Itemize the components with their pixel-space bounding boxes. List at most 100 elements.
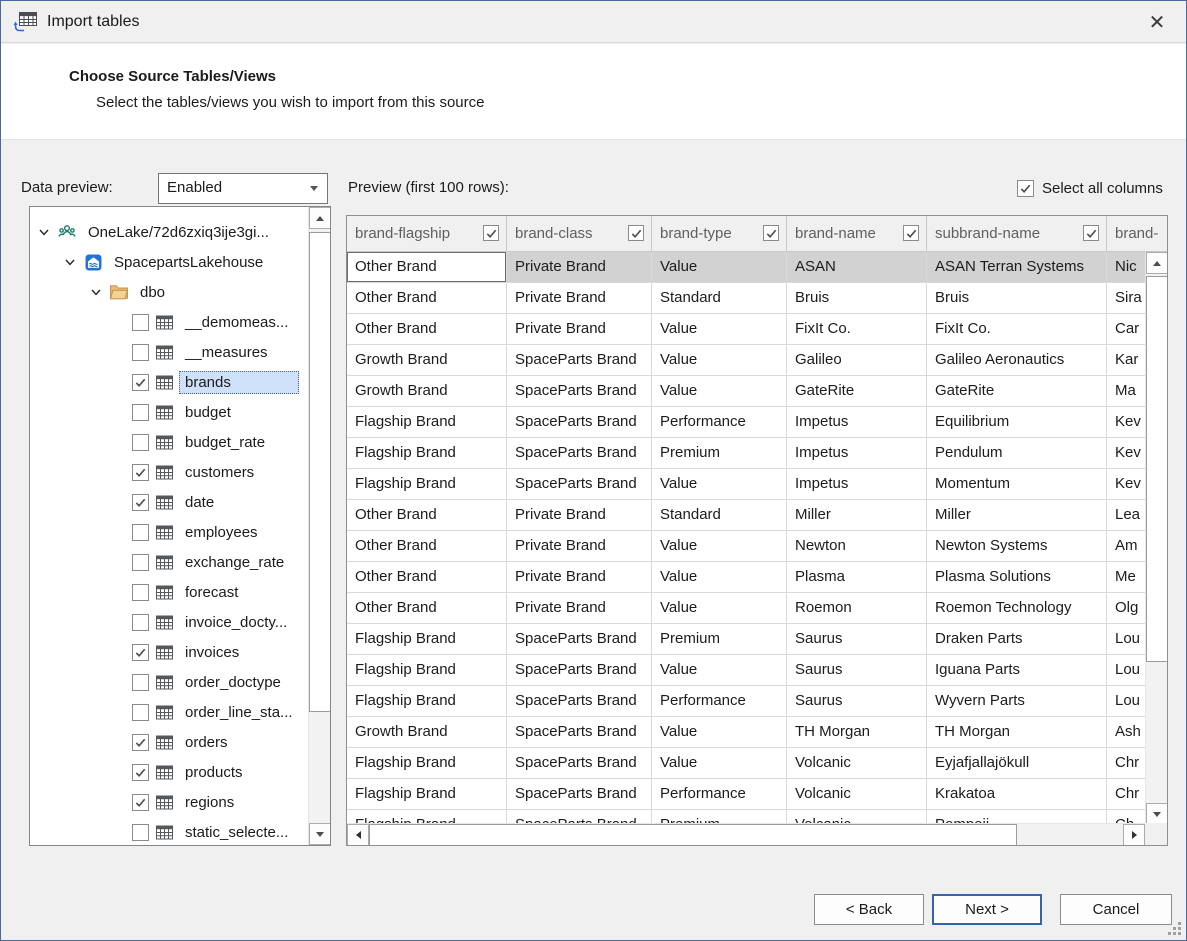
- scroll-down-button[interactable]: [309, 823, 331, 845]
- table-row[interactable]: Flagship BrandSpaceParts BrandValueSauru…: [347, 655, 1145, 686]
- table-checkbox[interactable]: [132, 764, 149, 781]
- table-cell[interactable]: SpaceParts Brand: [507, 810, 652, 823]
- table-cell[interactable]: SpaceParts Brand: [507, 376, 652, 407]
- table-cell[interactable]: Private Brand: [507, 252, 652, 283]
- tree-node[interactable]: __demomeas...: [32, 307, 306, 337]
- table-cell[interactable]: Impetus: [787, 438, 927, 469]
- table-cell[interactable]: Galileo: [787, 345, 927, 376]
- table-cell[interactable]: Kev: [1107, 438, 1145, 469]
- table-cell[interactable]: Flagship Brand: [347, 686, 507, 717]
- table-checkbox[interactable]: [132, 824, 149, 841]
- table-cell[interactable]: Private Brand: [507, 562, 652, 593]
- table-cell[interactable]: Pendulum: [927, 438, 1107, 469]
- table-cell[interactable]: ASAN: [787, 252, 927, 283]
- table-checkbox[interactable]: [132, 614, 149, 631]
- grid-hscrollbar-thumb[interactable]: [369, 824, 1017, 846]
- column-checkbox[interactable]: [1083, 225, 1099, 241]
- table-cell[interactable]: Krakatoa: [927, 779, 1107, 810]
- table-cell[interactable]: SpaceParts Brand: [507, 779, 652, 810]
- table-cell[interactable]: Premium: [652, 438, 787, 469]
- table-cell[interactable]: SpaceParts Brand: [507, 655, 652, 686]
- table-cell[interactable]: Other Brand: [347, 562, 507, 593]
- table-cell[interactable]: Flagship Brand: [347, 810, 507, 823]
- table-checkbox[interactable]: [132, 584, 149, 601]
- table-cell[interactable]: Private Brand: [507, 283, 652, 314]
- table-row[interactable]: Flagship BrandSpaceParts BrandPremiumSau…: [347, 624, 1145, 655]
- table-checkbox[interactable]: [132, 524, 149, 541]
- table-cell[interactable]: Pompeii: [927, 810, 1107, 823]
- tree-node[interactable]: regions: [32, 787, 306, 817]
- table-cell[interactable]: Value: [652, 562, 787, 593]
- tree-node[interactable]: invoices: [32, 637, 306, 667]
- tree-node[interactable]: orders: [32, 727, 306, 757]
- table-cell[interactable]: SpaceParts Brand: [507, 438, 652, 469]
- table-row[interactable]: Growth BrandSpaceParts BrandValueGateRit…: [347, 376, 1145, 407]
- table-cell[interactable]: Wyvern Parts: [927, 686, 1107, 717]
- table-cell[interactable]: Growth Brand: [347, 376, 507, 407]
- tree-node[interactable]: brands: [32, 367, 306, 397]
- tree-node[interactable]: order_line_sta...: [32, 697, 306, 727]
- table-cell[interactable]: GateRite: [787, 376, 927, 407]
- table-cell[interactable]: Lou: [1107, 686, 1145, 717]
- tree-node[interactable]: invoice_docty...: [32, 607, 306, 637]
- table-cell[interactable]: Impetus: [787, 407, 927, 438]
- table-row[interactable]: Flagship BrandSpaceParts BrandPremiumVol…: [347, 810, 1145, 823]
- table-cell[interactable]: Value: [652, 345, 787, 376]
- tree-node[interactable]: __measures: [32, 337, 306, 367]
- table-cell[interactable]: Miller: [787, 500, 927, 531]
- table-cell[interactable]: Volcanic: [787, 810, 927, 823]
- table-cell[interactable]: Other Brand: [347, 252, 507, 283]
- table-cell[interactable]: Premium: [652, 810, 787, 823]
- scroll-left-button[interactable]: [347, 824, 369, 846]
- table-cell[interactable]: Value: [652, 252, 787, 283]
- table-cell[interactable]: Value: [652, 376, 787, 407]
- table-cell[interactable]: Private Brand: [507, 593, 652, 624]
- table-cell[interactable]: TH Morgan: [787, 717, 927, 748]
- table-cell[interactable]: Eyjafjallajökull: [927, 748, 1107, 779]
- column-checkbox[interactable]: [483, 225, 499, 241]
- tree-node[interactable]: order_doctype: [32, 667, 306, 697]
- column-header[interactable]: brand-name: [787, 216, 927, 252]
- table-cell[interactable]: Equilibrium: [927, 407, 1107, 438]
- table-cell[interactable]: FixIt Co.: [787, 314, 927, 345]
- table-checkbox[interactable]: [132, 374, 149, 391]
- table-checkbox[interactable]: [132, 404, 149, 421]
- table-cell[interactable]: Galileo Aeronautics: [927, 345, 1107, 376]
- tree-vertical-scrollbar[interactable]: [308, 207, 330, 845]
- table-checkbox[interactable]: [132, 434, 149, 451]
- grid-vscrollbar-thumb[interactable]: [1146, 276, 1168, 662]
- table-cell[interactable]: Performance: [652, 407, 787, 438]
- table-cell[interactable]: Am: [1107, 531, 1145, 562]
- grid-vertical-scrollbar[interactable]: [1145, 252, 1167, 825]
- table-cell[interactable]: Flagship Brand: [347, 624, 507, 655]
- table-row[interactable]: Other BrandPrivate BrandStandardBruisBru…: [347, 283, 1145, 314]
- table-row[interactable]: Other BrandPrivate BrandValueASANASAN Te…: [347, 252, 1145, 283]
- table-cell[interactable]: Ash: [1107, 717, 1145, 748]
- table-cell[interactable]: Olg: [1107, 593, 1145, 624]
- table-cell[interactable]: Chr: [1107, 748, 1145, 779]
- table-row[interactable]: Other BrandPrivate BrandStandardMillerMi…: [347, 500, 1145, 531]
- table-cell[interactable]: Chr: [1107, 779, 1145, 810]
- table-row[interactable]: Other BrandPrivate BrandValueFixIt Co.Fi…: [347, 314, 1145, 345]
- table-cell[interactable]: Lou: [1107, 624, 1145, 655]
- table-cell[interactable]: Flagship Brand: [347, 407, 507, 438]
- tree-scrollbar-thumb[interactable]: [309, 232, 331, 712]
- table-cell[interactable]: Value: [652, 469, 787, 500]
- column-checkbox[interactable]: [628, 225, 644, 241]
- column-checkbox[interactable]: [903, 225, 919, 241]
- table-checkbox[interactable]: [132, 494, 149, 511]
- table-cell[interactable]: TH Morgan: [927, 717, 1107, 748]
- table-cell[interactable]: Standard: [652, 283, 787, 314]
- cancel-button[interactable]: Cancel: [1060, 894, 1172, 925]
- table-checkbox[interactable]: [132, 314, 149, 331]
- table-checkbox[interactable]: [132, 644, 149, 661]
- close-icon[interactable]: ✕: [1142, 8, 1172, 36]
- table-cell[interactable]: Saurus: [787, 655, 927, 686]
- table-cell[interactable]: Roemon: [787, 593, 927, 624]
- table-cell[interactable]: Value: [652, 717, 787, 748]
- chevron-down-icon[interactable]: [36, 224, 52, 240]
- column-header[interactable]: brand-flagship: [347, 216, 507, 252]
- table-cell[interactable]: Bruis: [927, 283, 1107, 314]
- table-cell[interactable]: Value: [652, 748, 787, 779]
- tree-node[interactable]: budget_rate: [32, 427, 306, 457]
